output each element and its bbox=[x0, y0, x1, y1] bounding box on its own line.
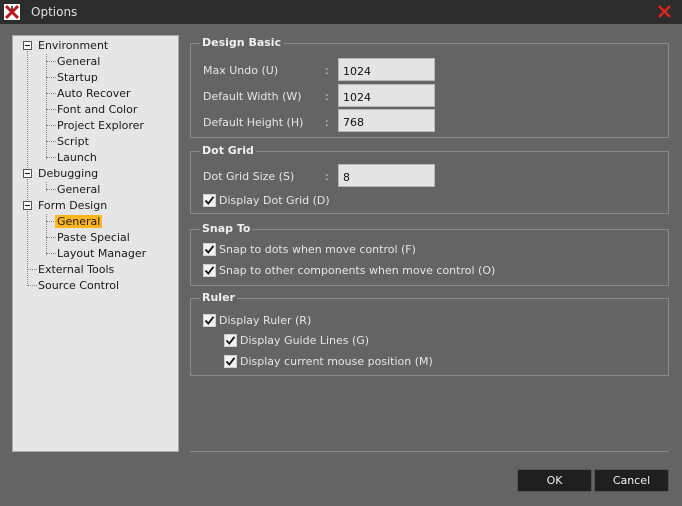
snap-to-title: Snap To bbox=[200, 222, 253, 236]
tree-connector bbox=[27, 46, 28, 286]
snap-to-components-label: Snap to other components when move contr… bbox=[219, 264, 496, 277]
close-button[interactable] bbox=[652, 2, 677, 22]
tree-item-script[interactable]: Script bbox=[57, 135, 89, 149]
checkbox-checked-icon bbox=[203, 314, 216, 327]
tree-item-debugging-general[interactable]: General bbox=[57, 183, 100, 197]
title-bar: Options bbox=[0, 0, 682, 24]
max-undo-field[interactable] bbox=[338, 58, 435, 81]
display-ruler-checkbox[interactable]: Display Ruler (R) bbox=[203, 314, 311, 327]
display-mouse-position-label: Display current mouse position (M) bbox=[240, 355, 433, 368]
default-width-field[interactable] bbox=[338, 84, 435, 107]
tree-item-environment-general[interactable]: General bbox=[57, 55, 100, 69]
display-dot-grid-checkbox[interactable]: Display Dot Grid (D) bbox=[203, 194, 330, 207]
checkbox-checked-icon bbox=[224, 355, 237, 368]
checkbox-checked-icon bbox=[203, 243, 216, 256]
options-tree[interactable]: Environment General Startup Auto Recover… bbox=[12, 35, 179, 452]
collapse-icon[interactable] bbox=[23, 169, 32, 178]
design-basic-title: Design Basic bbox=[200, 36, 284, 50]
tree-item-font-and-color[interactable]: Font and Color bbox=[57, 103, 137, 117]
snap-to-dots-checkbox[interactable]: Snap to dots when move control (F) bbox=[203, 243, 416, 256]
dot-grid-title: Dot Grid bbox=[200, 144, 256, 158]
snap-to-dots-label: Snap to dots when move control (F) bbox=[219, 243, 416, 256]
tree-connector bbox=[46, 125, 56, 126]
tree-item-form-design-general[interactable]: General bbox=[55, 215, 103, 229]
default-height-label: Default Height (H) bbox=[203, 116, 304, 129]
colon-separator: : bbox=[325, 116, 329, 129]
tree-connector bbox=[27, 269, 37, 270]
default-height-field[interactable] bbox=[338, 109, 435, 132]
dot-grid-size-label: Dot Grid Size (S) bbox=[203, 170, 295, 183]
default-width-label: Default Width (W) bbox=[203, 90, 302, 103]
display-ruler-label: Display Ruler (R) bbox=[219, 314, 312, 327]
app-logo-icon bbox=[4, 4, 20, 20]
tree-connector bbox=[46, 141, 56, 142]
ok-button[interactable]: OK bbox=[517, 469, 592, 492]
tree-item-source-control[interactable]: Source Control bbox=[38, 279, 119, 293]
cancel-button[interactable]: Cancel bbox=[594, 469, 669, 492]
tree-connector bbox=[46, 237, 56, 238]
tree-item-environment[interactable]: Environment bbox=[38, 39, 108, 53]
tree-connector bbox=[46, 77, 56, 78]
tree-item-layout-manager[interactable]: Layout Manager bbox=[57, 247, 146, 261]
checkbox-checked-icon bbox=[224, 334, 237, 347]
colon-separator: : bbox=[325, 90, 329, 103]
snap-to-group bbox=[190, 229, 669, 286]
tree-connector bbox=[46, 93, 56, 94]
max-undo-label: Max Undo (U) bbox=[203, 64, 279, 77]
display-dot-grid-label: Display Dot Grid (D) bbox=[219, 194, 330, 207]
ruler-title: Ruler bbox=[200, 291, 237, 305]
tree-item-startup[interactable]: Startup bbox=[57, 71, 98, 85]
display-guide-lines-label: Display Guide Lines (G) bbox=[240, 334, 370, 347]
tree-item-paste-special[interactable]: Paste Special bbox=[57, 231, 130, 245]
tree-item-form-design[interactable]: Form Design bbox=[38, 199, 107, 213]
tree-item-project-explorer[interactable]: Project Explorer bbox=[57, 119, 144, 133]
tree-item-external-tools[interactable]: External Tools bbox=[38, 263, 114, 277]
checkbox-checked-icon bbox=[203, 194, 216, 207]
checkbox-checked-icon bbox=[203, 264, 216, 277]
tree-item-launch[interactable]: Launch bbox=[57, 151, 97, 165]
display-guide-lines-checkbox[interactable]: Display Guide Lines (G) bbox=[224, 334, 369, 347]
tree-connector bbox=[46, 54, 47, 159]
divider bbox=[190, 451, 669, 452]
collapse-icon[interactable] bbox=[23, 41, 32, 50]
tree-connector bbox=[46, 61, 56, 62]
tree-connector bbox=[46, 253, 56, 254]
tree-connector bbox=[46, 157, 56, 158]
tree-item-auto-recover[interactable]: Auto Recover bbox=[57, 87, 131, 101]
tree-connector bbox=[46, 189, 56, 190]
display-mouse-position-checkbox[interactable]: Display current mouse position (M) bbox=[224, 355, 433, 368]
window-title: Options bbox=[31, 5, 78, 19]
collapse-icon[interactable] bbox=[23, 201, 32, 210]
tree-item-debugging[interactable]: Debugging bbox=[38, 167, 98, 181]
snap-to-components-checkbox[interactable]: Snap to other components when move contr… bbox=[203, 264, 495, 277]
tree-connector bbox=[27, 285, 37, 286]
colon-separator: : bbox=[325, 64, 329, 77]
close-icon bbox=[658, 5, 671, 18]
dot-grid-size-field[interactable] bbox=[338, 164, 435, 187]
tree-connector bbox=[46, 109, 56, 110]
colon-separator: : bbox=[325, 170, 329, 183]
